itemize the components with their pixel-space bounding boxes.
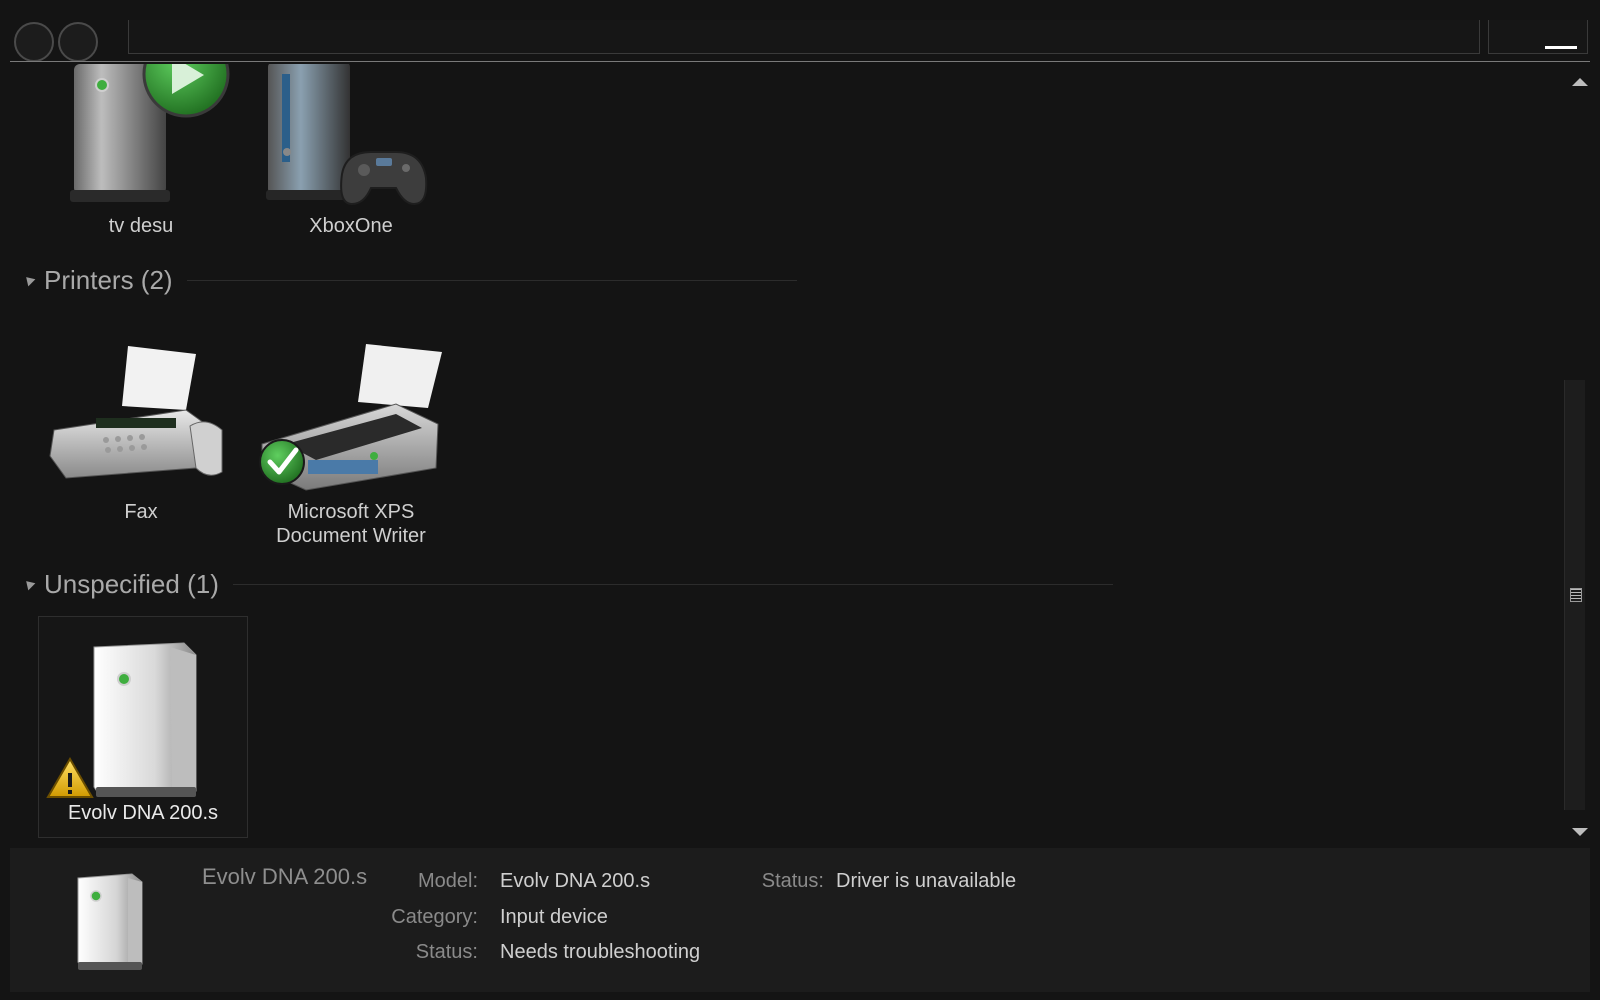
group-header-unspecified[interactable]: Unspecified (1) bbox=[22, 568, 1113, 600]
details-status-key: Status: bbox=[415, 941, 478, 963]
device-evolv-dna[interactable]: Evolv DNA 200.s bbox=[38, 616, 248, 838]
device-xps-writer[interactable]: Microsoft XPS Document Writer bbox=[246, 340, 456, 548]
scroll-thumb[interactable] bbox=[1564, 380, 1585, 810]
details-driver-status-key: Status: bbox=[761, 870, 824, 892]
warning-icon bbox=[46, 757, 94, 798]
group-divider bbox=[186, 279, 797, 281]
device-label: tv desu bbox=[108, 215, 174, 237]
scroll-grip-icon bbox=[1570, 588, 1582, 602]
group-divider bbox=[232, 583, 1113, 585]
details-status-value: Needs troubleshooting bbox=[500, 941, 701, 963]
details-model-key: Model: bbox=[417, 870, 478, 892]
device-tv-desu[interactable]: tv desu bbox=[36, 64, 246, 238]
game-console-icon bbox=[246, 64, 456, 214]
toolbar-divider bbox=[10, 61, 1590, 62]
device-label: Microsoft XPS bbox=[287, 501, 415, 523]
device-list: tv desu XboxOne Printers (2) Fax Microso… bbox=[0, 64, 1560, 846]
media-device-icon bbox=[36, 64, 246, 214]
check-badge-icon bbox=[259, 439, 305, 485]
search-box[interactable] bbox=[1488, 20, 1588, 54]
device-label: Document Writer bbox=[276, 525, 426, 547]
details-pane: Evolv DNA 200.s Model: Evolv DNA 200.s C… bbox=[10, 848, 1590, 992]
scroll-down-arrow-icon[interactable] bbox=[1572, 828, 1588, 836]
device-label: Evolv DNA 200.s bbox=[67, 802, 219, 824]
address-bar[interactable] bbox=[128, 20, 1480, 54]
device-xboxone[interactable]: XboxOne bbox=[246, 64, 456, 238]
details-category-key: Category: bbox=[391, 906, 478, 928]
group-title: Unspecified (1) bbox=[44, 568, 219, 599]
details-category-value: Input device bbox=[500, 906, 608, 928]
device-label: XboxOne bbox=[309, 215, 393, 237]
group-header-printers[interactable]: Printers (2) bbox=[22, 264, 797, 296]
details-driver-status-value: Driver is unavailable bbox=[836, 870, 1017, 892]
selected-device-icon bbox=[77, 873, 143, 970]
back-button[interactable] bbox=[14, 22, 54, 62]
search-box-indicator bbox=[1545, 46, 1577, 49]
group-title: Printers (2) bbox=[44, 264, 173, 295]
details-model-value: Evolv DNA 200.s bbox=[500, 870, 651, 892]
device-label: Fax bbox=[124, 501, 158, 523]
collapse-triangle-icon[interactable] bbox=[22, 577, 36, 591]
collapse-triangle-icon[interactable] bbox=[22, 273, 36, 287]
toolbar bbox=[0, 0, 1600, 64]
forward-button[interactable] bbox=[58, 22, 98, 62]
gamepad-icon bbox=[340, 151, 428, 206]
printer-icon bbox=[246, 340, 456, 500]
generic-device-icon bbox=[39, 617, 249, 801]
vertical-scrollbar[interactable] bbox=[1562, 64, 1600, 846]
fax-icon bbox=[36, 340, 246, 500]
device-fax[interactable]: Fax bbox=[36, 340, 246, 524]
scroll-up-arrow-icon[interactable] bbox=[1572, 78, 1588, 86]
